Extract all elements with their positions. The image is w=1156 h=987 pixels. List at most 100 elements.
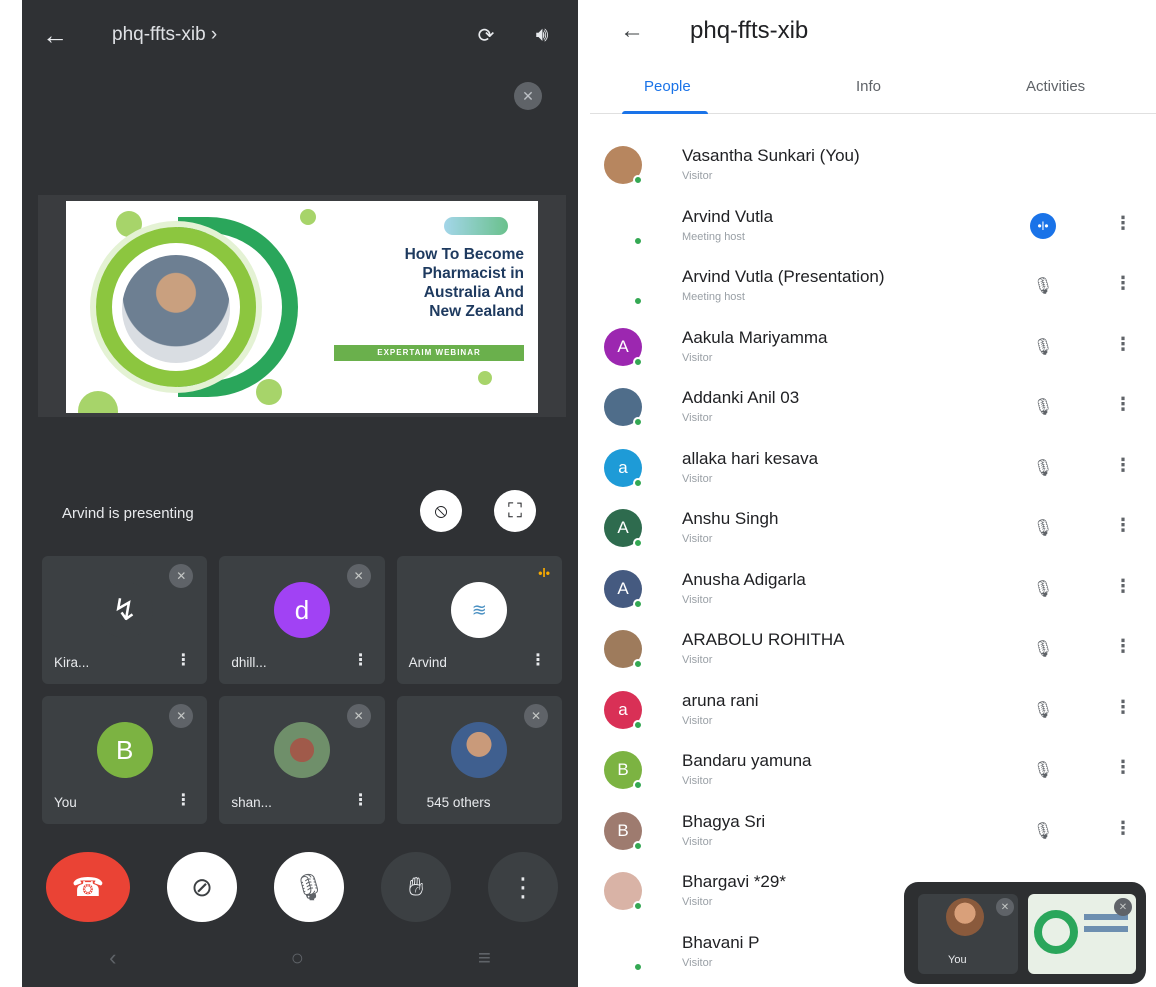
tile-name: dhill... — [231, 655, 267, 670]
more-options-icon[interactable]: ⋮ — [1114, 576, 1132, 597]
back-arrow-icon[interactable]: ← — [42, 20, 112, 51]
more-options-icon[interactable]: ⋮ — [1114, 818, 1132, 839]
mic-off-button[interactable]: 🎙︎ — [274, 852, 344, 922]
mic-off-icon: 🎙︎ — [1032, 459, 1054, 477]
tab-bar: People Info Activities — [590, 62, 1156, 114]
tab-activities[interactable]: Activities — [1026, 78, 1085, 95]
avatar: d — [273, 582, 330, 638]
avatar — [273, 722, 330, 778]
tab-people[interactable]: People — [644, 78, 691, 95]
participant-tile[interactable]: ✕ 545 others — [396, 696, 562, 824]
more-options-icon[interactable]: ⋮ — [1114, 515, 1132, 536]
more-options-icon[interactable]: ⋮ — [1114, 757, 1132, 778]
speaker-icon[interactable]: 🔊︎ — [526, 19, 558, 51]
slide-heading-line: Australia And — [423, 284, 524, 301]
active-tab-indicator — [622, 111, 708, 114]
participant-row[interactable]: Vasantha Sunkari (You) Visitor — [590, 138, 1156, 199]
participant-row[interactable]: A Aakula Mariyamma Visitor 🎙︎ ⋮ — [590, 320, 1156, 381]
online-indicator — [633, 598, 643, 609]
participant-tiles: ✕ ↯ Kira... ⋮ ✕ d dhill... ⋮ •l• ≋ Arvin… — [42, 556, 562, 824]
participant-tile[interactable]: ✕ shan... ⋮ — [219, 696, 385, 824]
participant-row[interactable]: ARABOLU ROHITHA Visitor 🎙︎ ⋮ — [590, 622, 1156, 683]
participant-role: Visitor — [682, 896, 713, 908]
tile-name: shan... — [231, 795, 272, 810]
more-options-icon[interactable]: ⋮ — [1114, 273, 1132, 294]
more-options-icon[interactable]: ⋮ — [175, 650, 191, 670]
participant-tile[interactable]: ✕ ↯ Kira... ⋮ — [42, 556, 208, 684]
meeting-code-title[interactable]: phq-ffts-xib › — [112, 24, 446, 46]
participant-row[interactable]: A Anusha Adigarla Visitor 🎙︎ ⋮ — [590, 562, 1156, 623]
more-options-icon[interactable]: ⋮ — [1114, 697, 1132, 718]
avatar: ≋ — [451, 582, 508, 638]
mic-off-icon: ✕ — [169, 704, 194, 728]
more-options-icon[interactable]: ⋮ — [353, 650, 369, 670]
more-options-icon[interactable]: ⋮ — [530, 650, 546, 670]
pip-you-label: You — [948, 954, 967, 966]
online-indicator — [633, 477, 643, 488]
more-options-icon[interactable]: ⋮ — [1114, 636, 1132, 657]
mic-off-icon: 🎙︎ — [1032, 399, 1054, 416]
participant-row[interactable]: B Bandaru yamuna Visitor 🎙︎ ⋮ — [590, 743, 1156, 804]
end-call-button[interactable]: ☎ — [46, 852, 130, 922]
screenshot-pair: ← phq-ffts-xib › ⟳ 🔊︎ ✕ How To Become Ph… — [0, 0, 1156, 987]
nav-recents-icon[interactable]: ≡ — [478, 945, 491, 971]
tab-info[interactable]: Info — [856, 78, 881, 95]
avatar: A — [604, 509, 643, 548]
decor-dot — [300, 209, 316, 225]
avatar — [604, 872, 643, 911]
participant-row[interactable]: a aruna rani Visitor 🎙︎ ⋮ — [590, 683, 1156, 744]
pip-presentation-thumbnail: ✕ — [1028, 894, 1136, 974]
avatar-letter: A — [617, 336, 629, 356]
more-options-icon[interactable]: ⋮ — [1114, 213, 1132, 234]
participant-tile[interactable]: ✕ d dhill... ⋮ — [219, 556, 385, 684]
presentation-slide[interactable]: How To Become Pharmacist in Australia An… — [66, 201, 538, 413]
stop-presentation-button[interactable]: ⦸ — [420, 490, 462, 532]
participant-row[interactable]: a allaka hari kesava Visitor 🎙︎ ⋮ — [590, 441, 1156, 502]
speaking-icon: •l• — [1030, 212, 1056, 239]
more-options-icon[interactable]: ⋮ — [1114, 455, 1132, 476]
online-indicator — [633, 417, 643, 427]
avatar — [946, 898, 984, 936]
participant-role: Visitor — [682, 412, 713, 424]
switch-camera-icon[interactable]: ⟳ — [470, 19, 502, 51]
participant-role: Visitor — [682, 533, 713, 545]
slide-heading: How To Become Pharmacist in Australia An… — [334, 245, 524, 321]
participant-name: Bhagya Sri — [682, 811, 766, 831]
more-options-icon[interactable]: ⋮ — [175, 790, 191, 810]
mic-off-icon: ✕ — [169, 564, 194, 588]
mic-off-icon: ✕ — [346, 704, 371, 728]
participant-role: Visitor — [682, 593, 713, 606]
online-indicator — [633, 538, 643, 548]
mic-off-icon: 🎙︎ — [1032, 580, 1054, 598]
nav-home-icon[interactable]: ○ — [291, 945, 304, 971]
more-options-button[interactable]: ⋮ — [488, 852, 558, 922]
participant-row[interactable]: Arvind Vutla Meeting host •l• ⋮ — [590, 199, 1156, 260]
participant-row[interactable]: B Bhagya Sri Visitor 🎙︎ ⋮ — [590, 804, 1156, 865]
decor-dot — [478, 371, 492, 385]
mic-off-icon: 🎙︎ — [1032, 822, 1054, 840]
android-nav-bar: ‹ ○ ≡ — [22, 929, 578, 987]
nav-back-icon[interactable]: ‹ — [109, 945, 116, 971]
participant-row[interactable]: Addanki Anil 03 Visitor 🎙︎ ⋮ — [590, 380, 1156, 441]
camera-off-button[interactable]: ⊘ — [167, 852, 237, 922]
pip-window[interactable]: ✕ You ✕ — [904, 882, 1146, 984]
participant-row[interactable]: Arvind Vutla (Presentation) Meeting host 🎙… — [590, 259, 1156, 320]
call-controls: ☎ ⊘ 🎙︎ ✋︎ ⋮ — [42, 852, 562, 922]
more-options-icon[interactable]: ⋮ — [1114, 394, 1132, 415]
raise-hand-button[interactable]: ✋︎ — [381, 852, 451, 922]
participant-name: Aakula Mariyamma — [682, 327, 828, 347]
participant-tile[interactable]: •l• ≋ Arvind ⋮ — [396, 556, 562, 684]
participant-name: Bandaru yamuna — [682, 751, 812, 770]
participant-row[interactable]: A Anshu Singh Visitor 🎙︎ ⋮ — [590, 501, 1156, 562]
more-options-icon[interactable]: ⋮ — [353, 790, 369, 810]
avatar: B — [604, 811, 643, 851]
decor-dot — [78, 391, 118, 413]
avatar-letter: a — [618, 699, 628, 719]
presenter-photo — [122, 255, 230, 363]
more-options-icon[interactable]: ⋮ — [1114, 334, 1132, 355]
online-indicator — [633, 659, 643, 669]
fullscreen-button[interactable]: ⛶ — [494, 490, 536, 532]
back-arrow-icon[interactable]: ← — [620, 17, 690, 45]
participant-tile[interactable]: ✕ B You ⋮ — [42, 696, 208, 824]
avatar-letter: A — [617, 518, 629, 537]
